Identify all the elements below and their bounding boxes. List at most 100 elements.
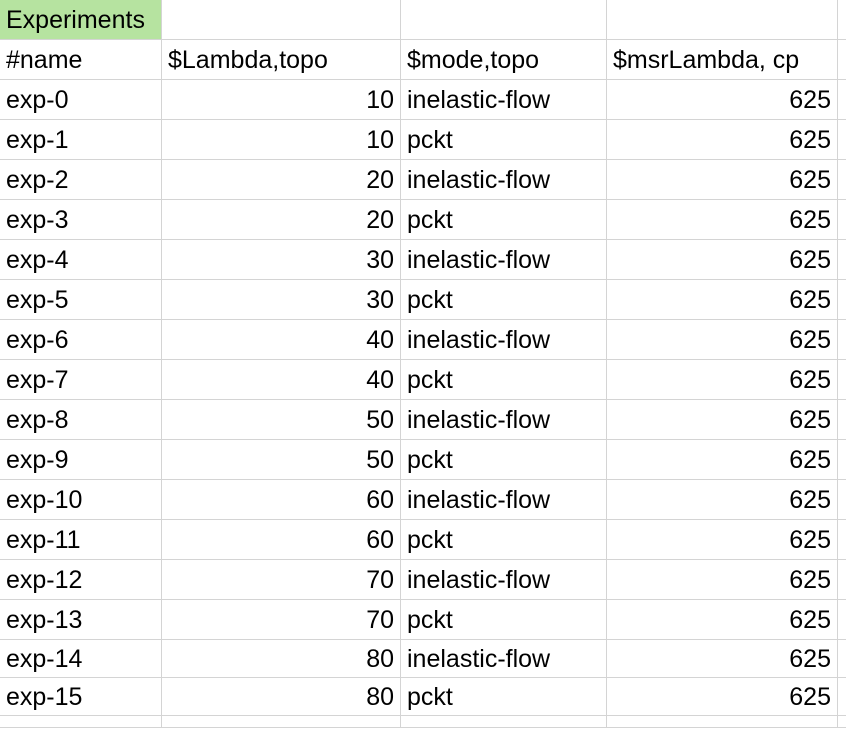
empty-cell[interactable] <box>162 716 401 728</box>
table-row: exp-8 50 inelastic-flow 625 <box>0 400 846 440</box>
empty-cell[interactable] <box>838 280 846 320</box>
cell-msrlambda[interactable]: 625 <box>607 320 838 360</box>
empty-cell[interactable] <box>838 640 846 678</box>
cell-msrlambda[interactable]: 625 <box>607 80 838 120</box>
cell-name[interactable]: exp-13 <box>0 600 162 640</box>
cell-mode[interactable]: inelastic-flow <box>401 560 607 600</box>
cell-lambda[interactable]: 40 <box>162 320 401 360</box>
cell-mode[interactable]: pckt <box>401 520 607 560</box>
cell-msrlambda[interactable]: 625 <box>607 520 838 560</box>
empty-cell[interactable] <box>838 520 846 560</box>
cell-mode[interactable]: pckt <box>401 678 607 716</box>
cell-msrlambda[interactable]: 625 <box>607 600 838 640</box>
empty-cell[interactable] <box>607 716 838 728</box>
cell-mode[interactable]: inelastic-flow <box>401 240 607 280</box>
cell-name[interactable]: exp-11 <box>0 520 162 560</box>
cell-msrlambda[interactable]: 625 <box>607 440 838 480</box>
empty-cell[interactable] <box>838 600 846 640</box>
cell-mode[interactable]: pckt <box>401 440 607 480</box>
cell-msrlambda[interactable]: 625 <box>607 280 838 320</box>
cell-lambda[interactable]: 50 <box>162 440 401 480</box>
cell-msrlambda[interactable]: 625 <box>607 360 838 400</box>
empty-cell[interactable] <box>838 80 846 120</box>
cell-mode[interactable]: inelastic-flow <box>401 80 607 120</box>
cell-lambda[interactable]: 10 <box>162 80 401 120</box>
cell-msrlambda[interactable]: 625 <box>607 240 838 280</box>
cell-mode[interactable]: pckt <box>401 200 607 240</box>
cell-name[interactable]: exp-6 <box>0 320 162 360</box>
cell-lambda[interactable]: 60 <box>162 480 401 520</box>
table-row: exp-2 20 inelastic-flow 625 <box>0 160 846 200</box>
cell-name[interactable]: exp-14 <box>0 640 162 678</box>
cell-lambda[interactable]: 80 <box>162 678 401 716</box>
cell-mode[interactable]: pckt <box>401 280 607 320</box>
cell-msrlambda[interactable]: 625 <box>607 160 838 200</box>
empty-cell[interactable] <box>838 716 846 728</box>
empty-cell[interactable] <box>607 0 838 40</box>
cell-mode[interactable]: inelastic-flow <box>401 640 607 678</box>
cell-name[interactable]: exp-5 <box>0 280 162 320</box>
empty-cell[interactable] <box>838 200 846 240</box>
cell-name[interactable]: exp-4 <box>0 240 162 280</box>
cell-mode[interactable]: inelastic-flow <box>401 400 607 440</box>
empty-cell[interactable] <box>0 716 162 728</box>
empty-cell[interactable] <box>162 0 401 40</box>
cell-msrlambda[interactable]: 625 <box>607 678 838 716</box>
empty-cell[interactable] <box>838 360 846 400</box>
cell-name[interactable]: exp-7 <box>0 360 162 400</box>
cell-name[interactable]: exp-15 <box>0 678 162 716</box>
cell-name[interactable]: exp-3 <box>0 200 162 240</box>
cell-mode[interactable]: inelastic-flow <box>401 320 607 360</box>
empty-cell[interactable] <box>838 560 846 600</box>
cell-mode[interactable]: pckt <box>401 600 607 640</box>
empty-cell[interactable] <box>838 120 846 160</box>
cell-lambda[interactable]: 30 <box>162 240 401 280</box>
header-cell-msrlambda[interactable]: $msrLambda, cp <box>607 40 838 80</box>
table-row: exp-12 70 inelastic-flow 625 <box>0 560 846 600</box>
cell-mode[interactable]: pckt <box>401 360 607 400</box>
cell-lambda[interactable]: 70 <box>162 560 401 600</box>
cell-name[interactable]: exp-12 <box>0 560 162 600</box>
cell-name[interactable]: exp-0 <box>0 80 162 120</box>
cell-mode[interactable]: inelastic-flow <box>401 160 607 200</box>
empty-cell[interactable] <box>401 0 607 40</box>
cell-msrlambda[interactable]: 625 <box>607 200 838 240</box>
empty-cell[interactable] <box>838 240 846 280</box>
cell-msrlambda[interactable]: 625 <box>607 560 838 600</box>
cell-lambda[interactable]: 50 <box>162 400 401 440</box>
cell-lambda[interactable]: 10 <box>162 120 401 160</box>
cell-msrlambda[interactable]: 625 <box>607 480 838 520</box>
cell-lambda[interactable]: 70 <box>162 600 401 640</box>
cell-lambda[interactable]: 40 <box>162 360 401 400</box>
cell-name[interactable]: exp-1 <box>0 120 162 160</box>
cell-mode[interactable]: inelastic-flow <box>401 480 607 520</box>
cell-name[interactable]: exp-9 <box>0 440 162 480</box>
header-cell-lambda[interactable]: $Lambda,topo <box>162 40 401 80</box>
empty-cell[interactable] <box>838 440 846 480</box>
cell-msrlambda[interactable]: 625 <box>607 640 838 678</box>
empty-cell[interactable] <box>401 716 607 728</box>
header-cell-mode[interactable]: $mode,topo <box>401 40 607 80</box>
table-row: exp-15 80 pckt 625 <box>0 678 846 716</box>
empty-cell[interactable] <box>838 160 846 200</box>
empty-cell[interactable] <box>838 400 846 440</box>
header-cell-name[interactable]: #name <box>0 40 162 80</box>
empty-cell[interactable] <box>838 678 846 716</box>
cell-msrlambda[interactable]: 625 <box>607 400 838 440</box>
cell-lambda[interactable]: 20 <box>162 200 401 240</box>
cell-lambda[interactable]: 80 <box>162 640 401 678</box>
cell-name[interactable]: exp-2 <box>0 160 162 200</box>
empty-cell[interactable] <box>838 480 846 520</box>
cell-mode[interactable]: pckt <box>401 120 607 160</box>
title-cell[interactable]: Experiments <box>0 0 162 40</box>
cell-lambda[interactable]: 30 <box>162 280 401 320</box>
cell-msrlambda[interactable]: 625 <box>607 120 838 160</box>
cell-lambda[interactable]: 60 <box>162 520 401 560</box>
cell-lambda[interactable]: 20 <box>162 160 401 200</box>
cell-name[interactable]: exp-10 <box>0 480 162 520</box>
cell-name[interactable]: exp-8 <box>0 400 162 440</box>
empty-cell[interactable] <box>838 40 846 80</box>
empty-cell[interactable] <box>838 0 846 40</box>
table-row: exp-5 30 pckt 625 <box>0 280 846 320</box>
empty-cell[interactable] <box>838 320 846 360</box>
